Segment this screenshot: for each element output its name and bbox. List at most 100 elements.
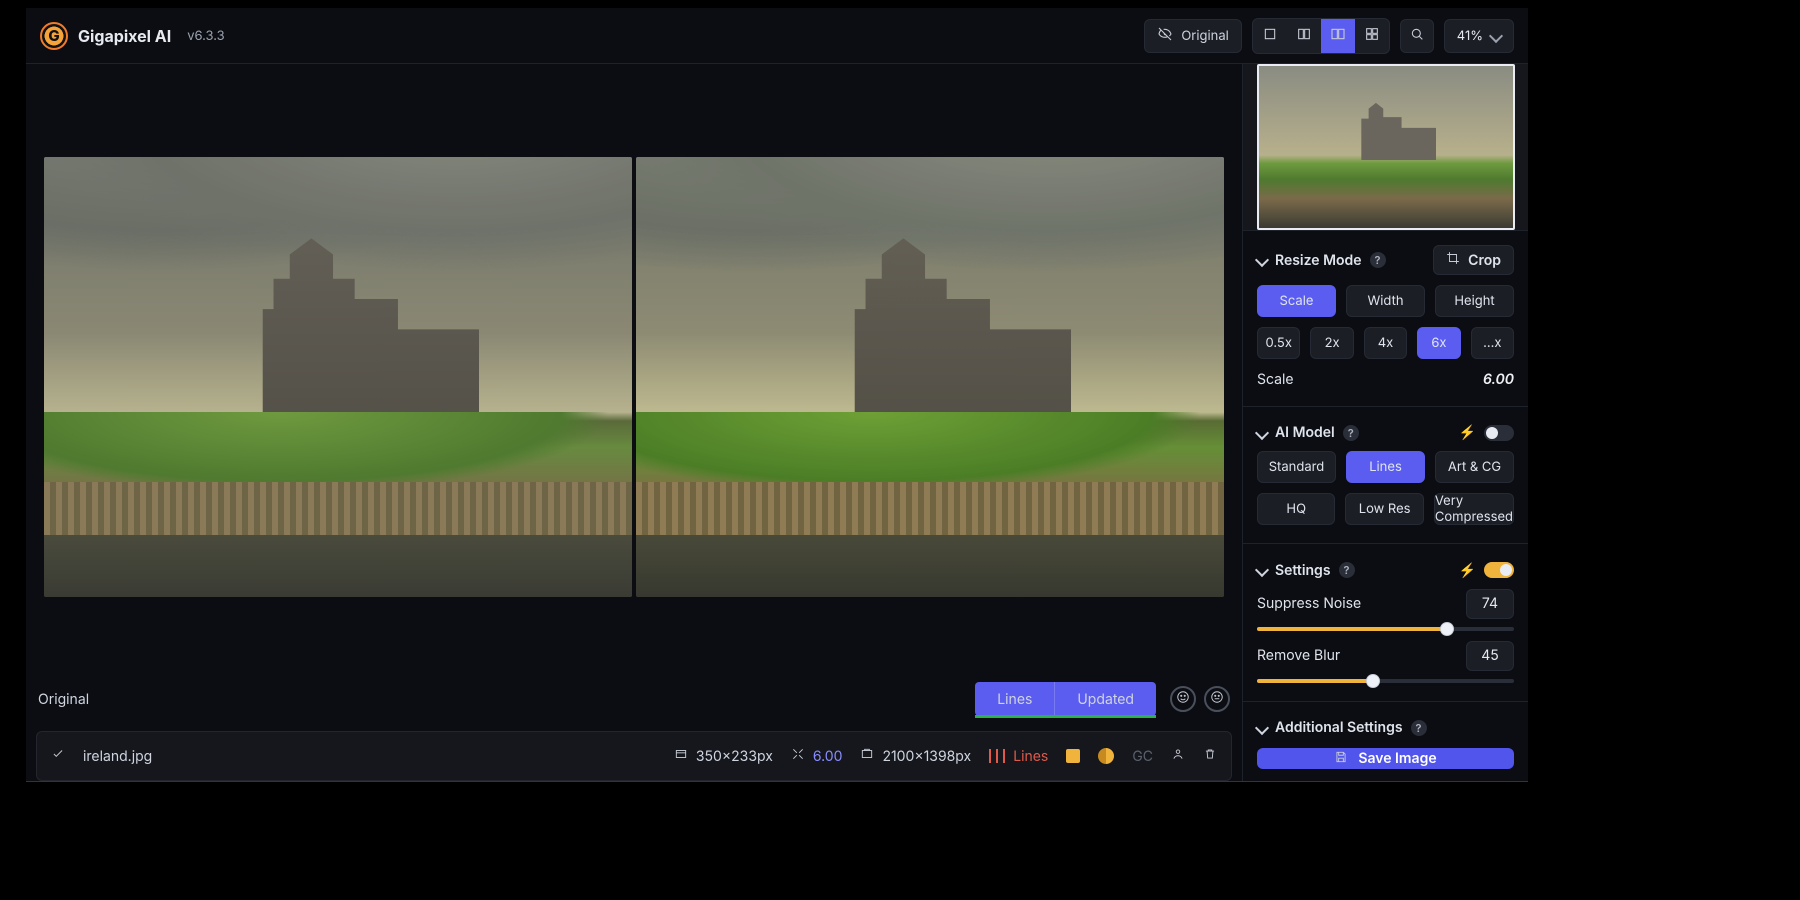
view-compare-button[interactable] [1321, 19, 1355, 53]
compare-footer: Original Lines Updated [26, 675, 1242, 723]
feedback-bad-button[interactable] [1204, 686, 1230, 712]
gc-label: GC [1132, 748, 1153, 765]
original-toggle-button[interactable]: Original [1144, 19, 1241, 53]
settings-auto-toggle[interactable] [1484, 562, 1514, 578]
dimensions-icon [674, 747, 688, 765]
crop-icon [1446, 251, 1460, 269]
additional-title: Additional Settings [1275, 719, 1403, 736]
main: Original Lines Updated [26, 64, 1528, 781]
output-dims-value: 2100x1398px [882, 748, 971, 765]
view-grid-button[interactable] [1355, 19, 1389, 53]
meh-icon [1210, 690, 1224, 708]
lines-icon [989, 749, 1005, 763]
resize-tab-scale[interactable]: Scale [1257, 285, 1336, 317]
zoom-tool-button[interactable] [1400, 19, 1434, 53]
save-label: Save Image [1358, 750, 1436, 767]
resize-section: Resize Mode ? Crop Scale Width Height 0.… [1243, 235, 1528, 398]
feedback-faces [1170, 686, 1230, 712]
scale-factors: 0.5x 2x 4x 6x ...x [1257, 327, 1514, 359]
chevron-down-icon[interactable] [1255, 721, 1269, 735]
model-lines[interactable]: Lines [1346, 451, 1425, 483]
face-chip [1171, 747, 1185, 765]
view-split-button[interactable] [1287, 19, 1321, 53]
settings-section: Settings ? ⚡ Suppress Noise 74 Remove Bl… [1243, 552, 1528, 693]
model-auto-toggle[interactable] [1484, 425, 1514, 441]
model-readout: Lines [989, 748, 1048, 765]
contrast-icon [1098, 748, 1114, 764]
noise-value-box[interactable]: 74 [1466, 589, 1514, 619]
file-name: ireland.jpg [83, 748, 152, 765]
original-toggle-label: Original [1181, 28, 1228, 44]
chevron-down-icon[interactable] [1255, 426, 1269, 440]
source-dims-value: 350x233px [696, 748, 773, 765]
app-logo-icon: G [40, 22, 68, 50]
top-bar: G Gigapixel AI v6.3.3 Original [26, 8, 1528, 64]
scale-4x[interactable]: 4x [1364, 327, 1407, 359]
preview-original[interactable] [44, 157, 632, 597]
navigator-thumbnail[interactable] [1243, 64, 1528, 231]
eye-off-icon [1157, 26, 1173, 46]
help-icon[interactable]: ? [1343, 425, 1359, 441]
chevron-down-icon[interactable] [1255, 253, 1269, 267]
compare-container [44, 157, 1224, 597]
help-icon[interactable]: ? [1370, 252, 1386, 268]
side-panel: Resize Mode ? Crop Scale Width Height 0.… [1242, 64, 1528, 781]
format-chip[interactable] [1066, 749, 1080, 763]
scale-6x[interactable]: 6x [1417, 327, 1460, 359]
zoom-value: 41% [1457, 28, 1483, 44]
save-icon [1334, 750, 1348, 768]
help-icon[interactable]: ? [1411, 720, 1427, 736]
expand-icon [791, 747, 805, 765]
scale-readout-value: 6.00 [813, 748, 843, 765]
noise-label: Suppress Noise [1257, 595, 1456, 612]
scale-value: 6.00 [1483, 371, 1514, 388]
blur-value-box[interactable]: 45 [1466, 641, 1514, 671]
chevron-down-icon[interactable] [1255, 563, 1269, 577]
color-chip[interactable] [1098, 748, 1114, 764]
zoom-dropdown[interactable]: 41% [1444, 19, 1514, 53]
scale-2x[interactable]: 2x [1310, 327, 1353, 359]
file-row[interactable]: ireland.jpg 350x233px 6.00 2100x1398px L… [36, 731, 1232, 781]
resize-tab-width[interactable]: Width [1346, 285, 1425, 317]
model-title: AI Model [1275, 424, 1335, 441]
preview-area[interactable] [26, 64, 1242, 675]
blur-slider[interactable] [1257, 679, 1514, 683]
result-model-label: Lines [997, 691, 1032, 708]
app-version: v6.3.3 [187, 28, 225, 44]
left-column: Original Lines Updated [26, 64, 1242, 781]
delete-file-button[interactable] [1203, 747, 1217, 765]
brand: G Gigapixel AI v6.3.3 [40, 22, 225, 50]
save-image-button[interactable]: Save Image [1257, 748, 1514, 769]
model-hq[interactable]: HQ [1257, 493, 1335, 525]
model-readout-value: Lines [1013, 748, 1048, 765]
result-pill[interactable]: Lines Updated [975, 682, 1156, 716]
feedback-good-button[interactable] [1170, 686, 1196, 712]
settings-title: Settings [1275, 562, 1331, 579]
gc-chip: GC [1132, 748, 1153, 765]
scale-readout: 6.00 [791, 747, 843, 765]
view-single-button[interactable] [1253, 19, 1287, 53]
resize-title: Resize Mode [1275, 252, 1362, 269]
resize-tab-height[interactable]: Height [1435, 285, 1514, 317]
trash-icon [1203, 747, 1217, 765]
scale-label: Scale [1257, 371, 1294, 388]
scale-custom[interactable]: ...x [1471, 327, 1514, 359]
crop-label: Crop [1468, 252, 1501, 269]
view-split-icon [1296, 26, 1312, 46]
scale-0_5x[interactable]: 0.5x [1257, 327, 1300, 359]
model-section: AI Model ? ⚡ Standard Lines Art & CG HQ … [1243, 414, 1528, 535]
compare-left-label: Original [38, 691, 89, 708]
model-lowres[interactable]: Low Res [1345, 493, 1423, 525]
help-icon[interactable]: ? [1339, 562, 1355, 578]
resize-tabs: Scale Width Height [1257, 285, 1514, 317]
model-standard[interactable]: Standard [1257, 451, 1336, 483]
noise-slider[interactable] [1257, 627, 1514, 631]
view-grid-icon [1364, 26, 1380, 46]
preview-enhanced[interactable] [636, 157, 1224, 597]
bolt-icon: ⚡ [1459, 424, 1476, 441]
model-artcg[interactable]: Art & CG [1435, 451, 1514, 483]
model-verycompressed[interactable]: Very Compressed [1434, 493, 1514, 525]
bolt-icon: ⚡ [1459, 562, 1476, 579]
view-compare-icon [1330, 26, 1346, 46]
crop-button[interactable]: Crop [1433, 245, 1514, 275]
